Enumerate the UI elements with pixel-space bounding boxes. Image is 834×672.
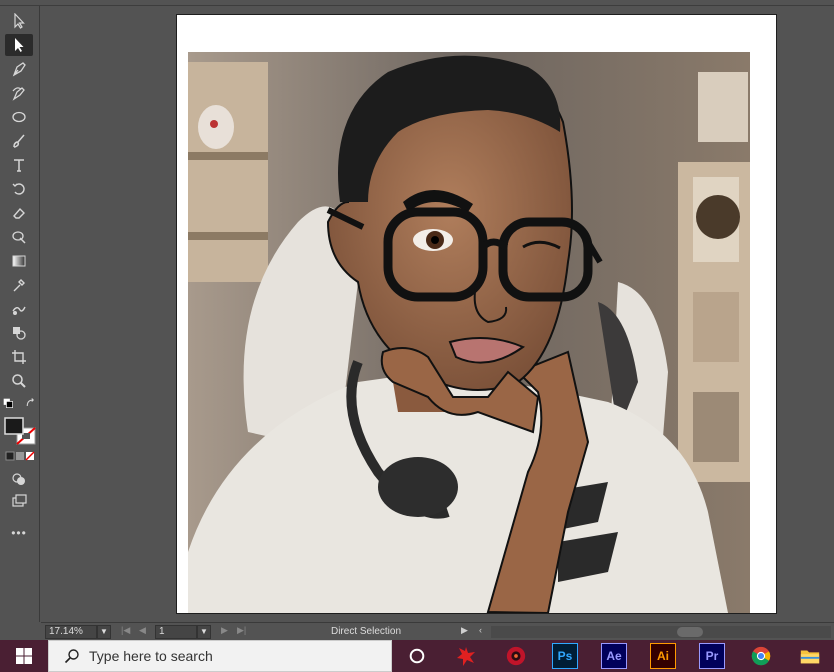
file-explorer-icon[interactable] <box>797 643 823 669</box>
direct-selection-tool-icon[interactable] <box>5 34 33 56</box>
taskbar-search-box[interactable]: Type here to search <box>48 640 392 672</box>
current-tool-status: Direct Selection <box>330 626 402 637</box>
selection-tool-icon[interactable] <box>5 10 33 32</box>
curvature-tool-icon[interactable] <box>5 82 33 104</box>
zoom-level-field[interactable]: 17.14% <box>45 625 97 639</box>
caricature-artwork <box>188 52 750 613</box>
pen-tool-icon[interactable] <box>5 58 33 80</box>
artboard-dropdown-icon[interactable]: ▼ <box>197 625 211 639</box>
search-placeholder: Type here to search <box>89 648 213 664</box>
swap-arrow-icon[interactable] <box>25 397 37 409</box>
more-tools-icon[interactable]: ••• <box>5 522 33 544</box>
premiere-icon[interactable]: Pr <box>699 643 725 669</box>
drawing-mode-icon[interactable] <box>5 468 33 490</box>
gradient-tool-icon[interactable] <box>5 250 33 272</box>
next-artboard-icon[interactable]: ▶ <box>221 625 228 636</box>
paintbrush-tool-icon[interactable] <box>5 130 33 152</box>
after-effects-icon[interactable]: Ae <box>601 643 627 669</box>
blend-tool-icon[interactable] <box>5 298 33 320</box>
previous-artboard-icon[interactable]: ◀ <box>139 625 146 636</box>
status-menu-arrow-icon[interactable]: ▶ <box>461 625 468 636</box>
artboard-number-field[interactable]: 1 <box>155 625 197 639</box>
scrollbar-thumb[interactable] <box>677 627 703 637</box>
davinci-resolve-icon[interactable] <box>503 643 529 669</box>
illustrator-icon[interactable]: Ai <box>650 643 676 669</box>
photoshop-icon[interactable]: Ps <box>552 643 578 669</box>
artboard-tool-icon[interactable] <box>5 346 33 368</box>
tools-panel: ••• <box>0 6 40 622</box>
zoom-tool-icon[interactable] <box>5 370 33 392</box>
screen-mode-icon[interactable] <box>5 490 33 512</box>
type-tool-icon[interactable] <box>5 154 33 176</box>
puppet-warp-tool-icon[interactable] <box>5 226 33 248</box>
placed-image[interactable] <box>188 52 750 613</box>
zoom-dropdown-icon[interactable]: ▼ <box>97 625 111 639</box>
shape-builder-tool-icon[interactable] <box>5 322 33 344</box>
search-icon <box>57 641 87 671</box>
swap-colors-control[interactable] <box>3 396 37 410</box>
fill-stroke-swatches[interactable] <box>3 416 37 446</box>
horizontal-scrollbar[interactable] <box>491 626 831 638</box>
eyedropper-tool-icon[interactable] <box>5 274 33 296</box>
rotate-tool-icon[interactable] <box>5 178 33 200</box>
windows-taskbar: Type here to search Ps Ae Ai Pr <box>0 640 834 672</box>
cortana-icon[interactable] <box>404 643 430 669</box>
status-bar: 17.14% ▼ |◀ ◀ 1 ▼ ▶ ▶| Direct Selection … <box>41 622 834 640</box>
last-artboard-icon[interactable]: ▶| <box>237 625 246 636</box>
windows-start-icon[interactable] <box>0 640 48 672</box>
chrome-icon[interactable] <box>748 643 774 669</box>
default-colors-icon[interactable] <box>3 398 14 409</box>
color-mode-buttons[interactable] <box>3 450 37 462</box>
eraser-tool-icon[interactable] <box>5 202 33 224</box>
red-app-icon[interactable] <box>453 643 479 669</box>
ellipse-tool-icon[interactable] <box>5 106 33 128</box>
first-artboard-icon[interactable]: |◀ <box>121 625 130 636</box>
scroll-left-arrow-icon[interactable]: ‹ <box>479 625 482 635</box>
